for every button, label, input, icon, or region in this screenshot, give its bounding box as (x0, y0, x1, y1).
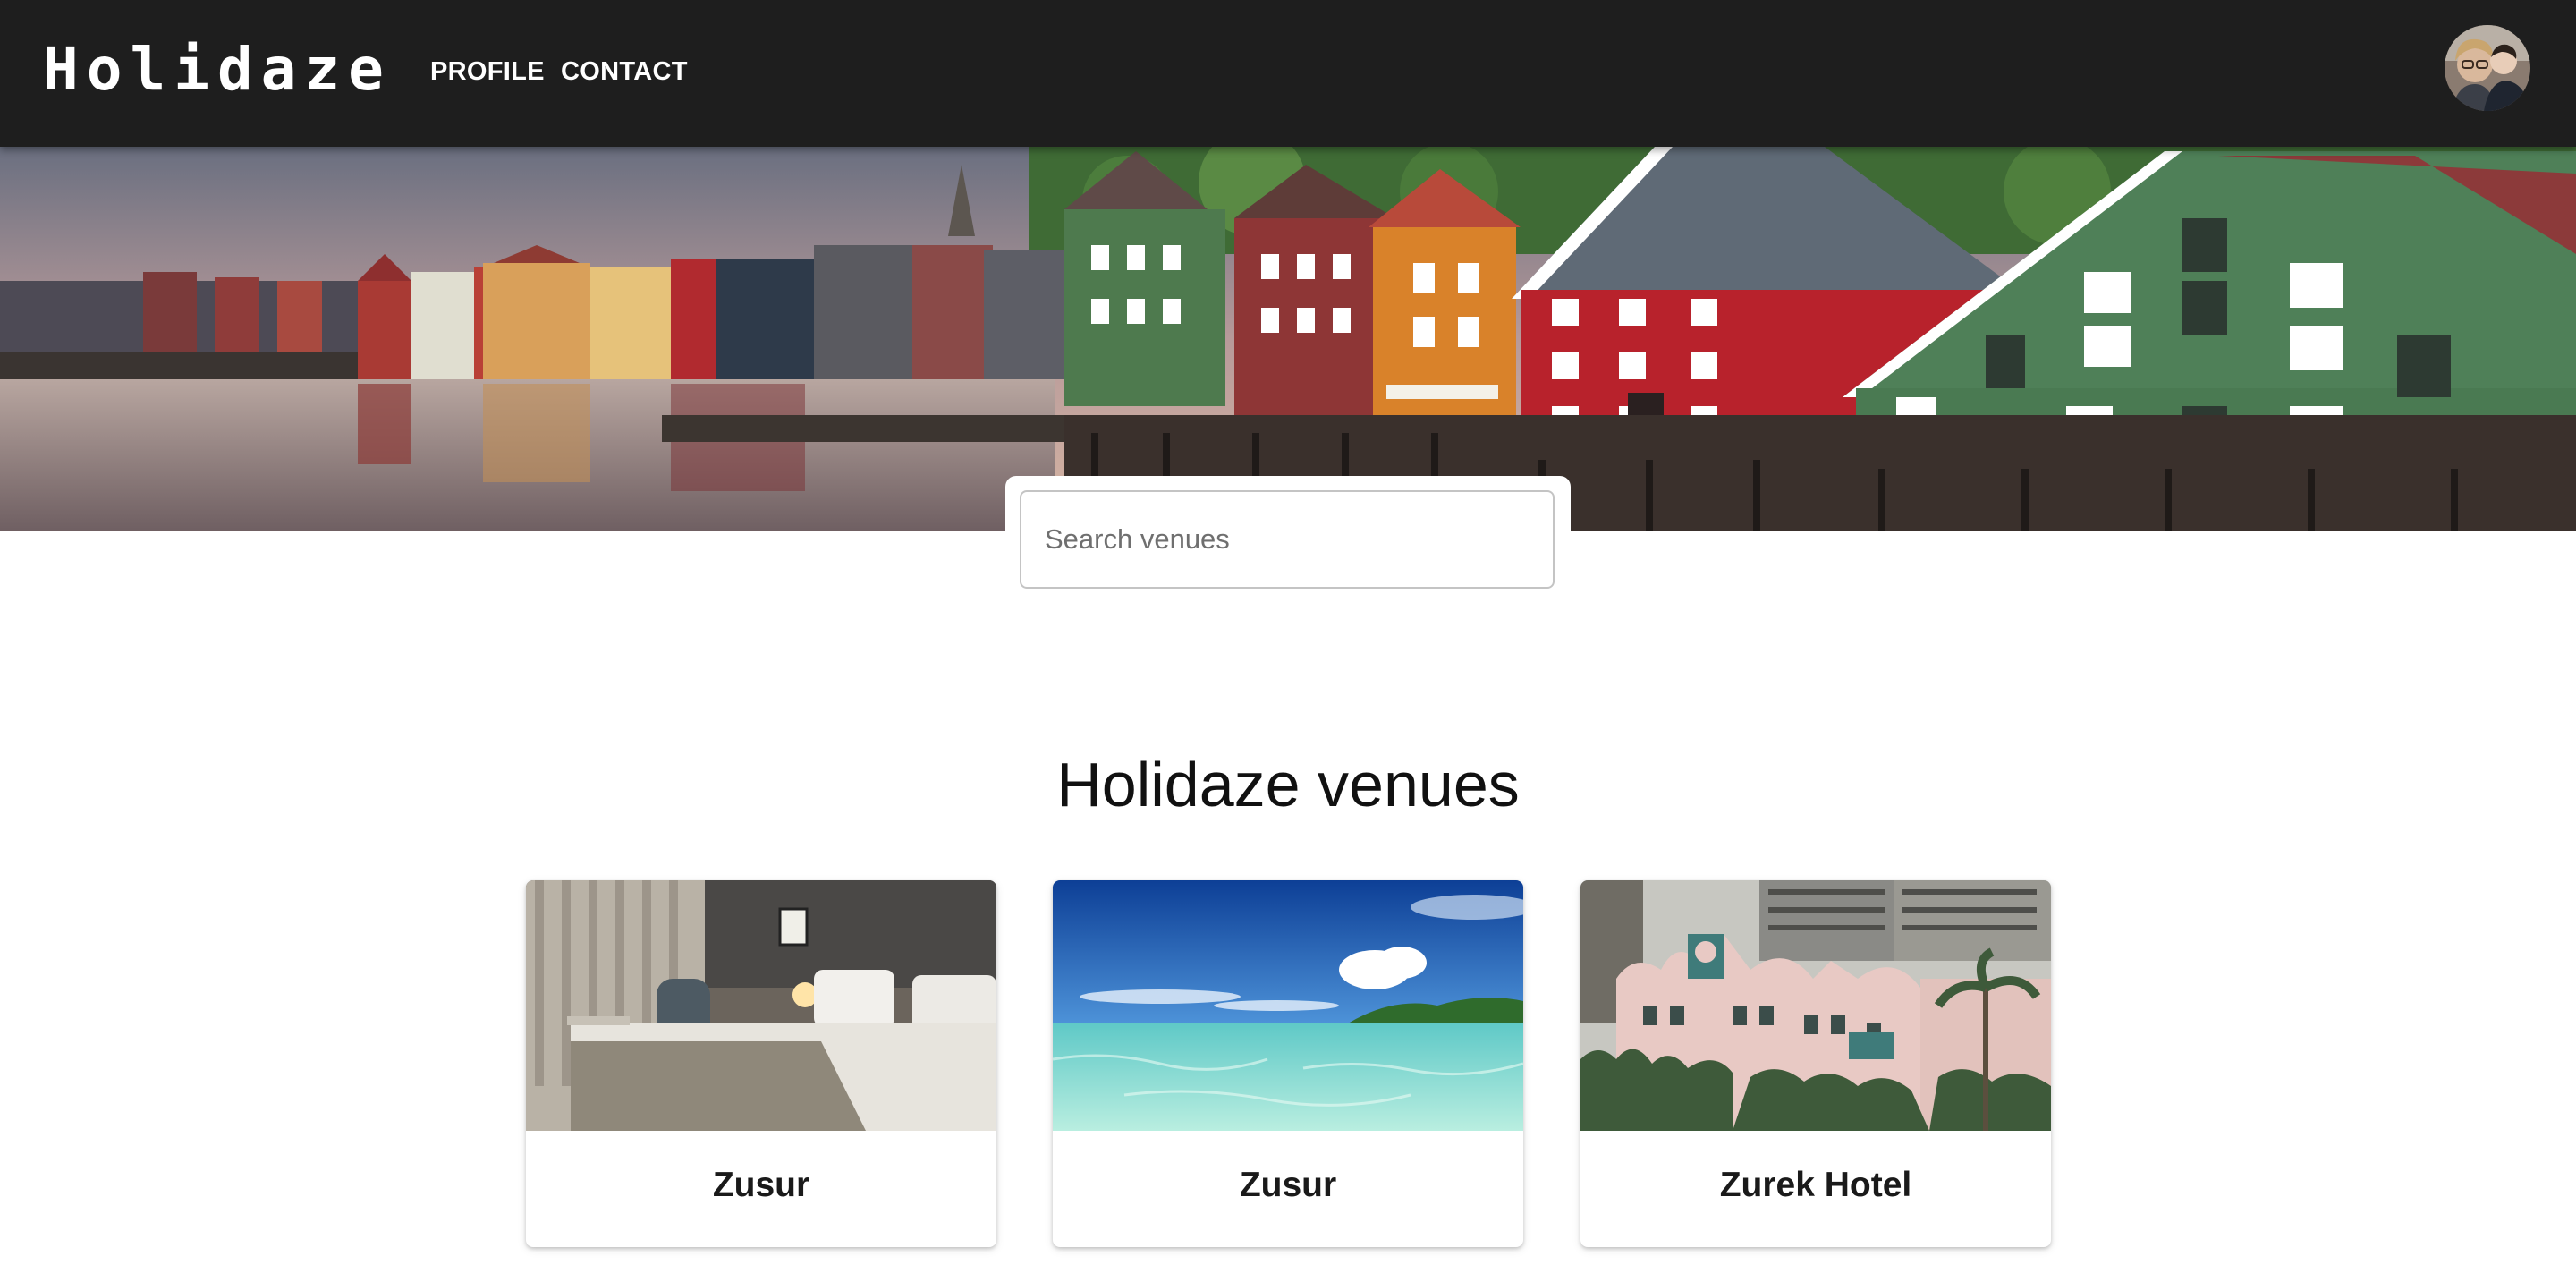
hero-banner (0, 147, 2576, 531)
venues-heading: Holidaze venues (1056, 750, 1520, 819)
nav-contact-link[interactable]: CONTACT (561, 52, 688, 91)
venue-name: Zusur (712, 1166, 810, 1204)
avatar-photo (2445, 25, 2530, 111)
venue-image-tropical-beach (1053, 880, 1523, 1131)
search-venues-input[interactable] (1020, 490, 1555, 589)
user-avatar[interactable] (2445, 25, 2530, 111)
venue-name: Zusur (1239, 1166, 1337, 1204)
venue-image-hotel-bedroom (526, 880, 996, 1131)
venue-name: Zurek Hotel (1719, 1166, 1912, 1204)
venue-card[interactable]: Zurek Hotel (1580, 880, 2051, 1247)
nav-profile-link[interactable]: PROFILE (430, 52, 545, 91)
venue-card[interactable]: Zusur (1053, 880, 1523, 1247)
top-navbar: Holidaze PROFILE CONTACT (0, 0, 2576, 147)
venue-card[interactable]: Zusur (526, 880, 996, 1247)
hero-harbour-image (0, 147, 2576, 531)
venue-image-pink-hotel-facade (1580, 880, 2051, 1131)
logo-link[interactable]: Holidaze (43, 34, 392, 106)
